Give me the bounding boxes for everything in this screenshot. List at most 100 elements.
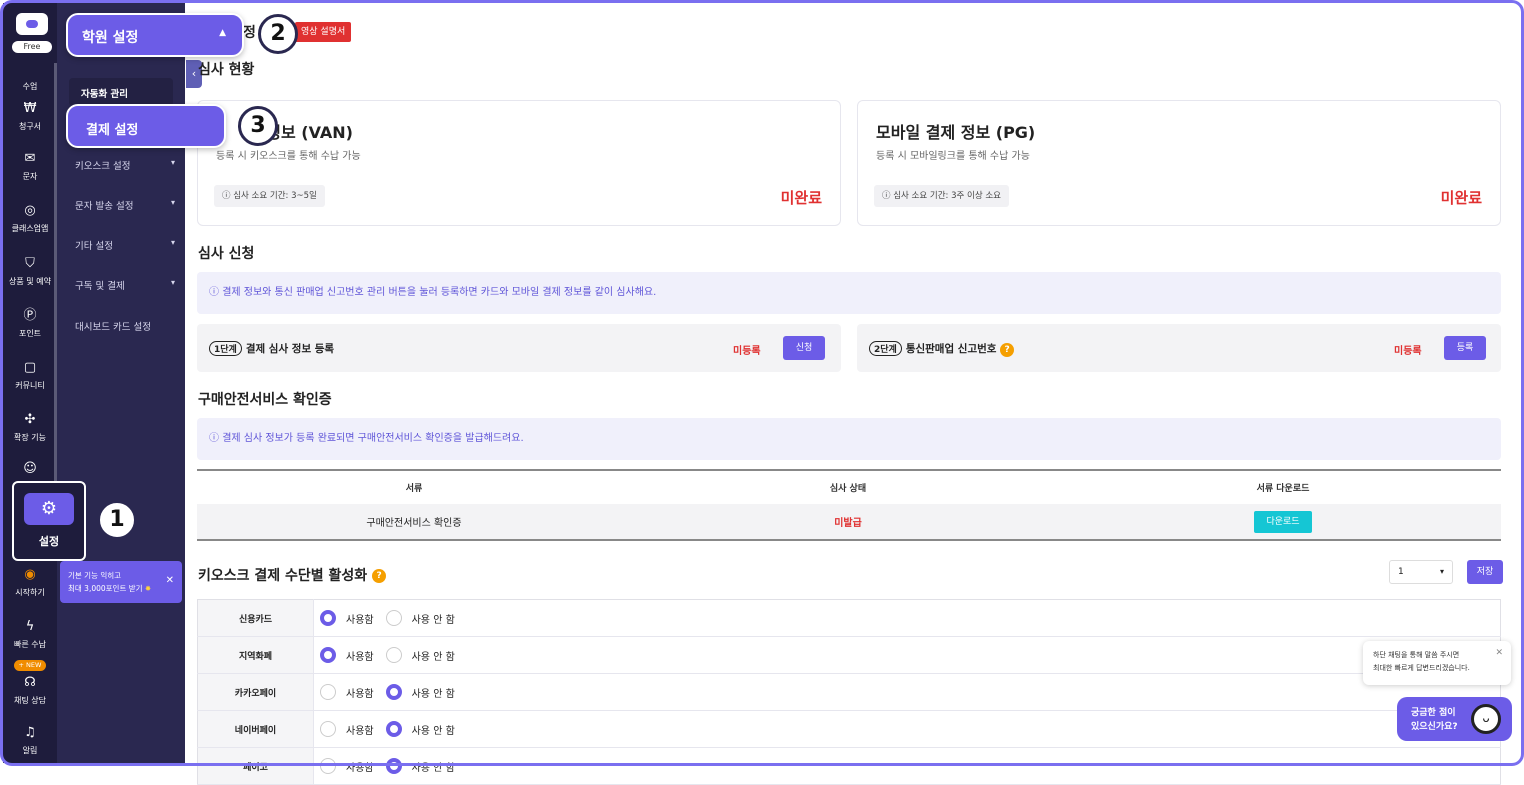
payment-method-table: 신용카드 사용함 사용 안 함 지역화폐 사용함 사용 안 함 카카오페이 사용함 사용 안… (197, 599, 1501, 785)
bell-icon: ♫ (24, 725, 36, 740)
app-icon: ◎ (24, 203, 36, 218)
sidebar-item-sms[interactable]: 문자 발송 설정 ▾ (75, 198, 175, 212)
pg-card: 모바일 결제 정보 (PG) 등록 시 모바일링크를 통해 수납 가능 ⓘ 심사… (857, 100, 1501, 226)
rail-item-class[interactable]: 수업 (3, 61, 57, 92)
sidebar-header-academy-settings[interactable]: 학원 설정 ▲ (66, 13, 244, 57)
radio-use[interactable] (320, 758, 336, 774)
rail-item-start[interactable]: ◉ 시작하기 (3, 567, 57, 598)
radio-nouse[interactable] (385, 610, 402, 626)
van-card: 드 정보 (VAN) 등록 시 키오스크를 통해 수납 가능 ⓘ 심사 소요 기… (197, 100, 841, 226)
radio-nouse[interactable] (385, 758, 402, 774)
app-logo[interactable] (16, 13, 48, 35)
apply-info-banner: ⓘ 결제 정보와 통신 판매업 신고번호 관리 버튼을 눌러 등록하면 카드와 … (197, 272, 1501, 314)
chevron-down-icon: ▾ (170, 238, 175, 247)
rail-item-classup-app[interactable]: ◎ 클래스업앱 (3, 203, 57, 234)
rail-item-points[interactable]: Ⓟ 포인트 (3, 308, 57, 339)
sidebar-item-automation[interactable]: 자동화 관리 (69, 78, 173, 106)
info-icon: ⓘ (882, 191, 894, 201)
step-badge-1: 1 (97, 500, 137, 540)
chat-open-button[interactable]: 궁금한 점이 있으신가요? ᴗ (1397, 697, 1512, 741)
rail-item-community[interactable]: ▢ 커뮤니티 (3, 360, 57, 391)
radio-use[interactable] (320, 610, 336, 626)
table-row: 페이코 사용함 사용 안 함 (197, 747, 1501, 785)
book-icon (22, 61, 38, 77)
video-guide-button[interactable]: 영상 설명서 (295, 22, 352, 42)
sidebar-item-etc[interactable]: 기타 설정 ▾ (75, 238, 175, 252)
table-row: 카카오페이 사용함 사용 안 함 (197, 673, 1501, 711)
review-period-chip: ⓘ 심사 소요 기간: 3주 이상 소요 (874, 185, 1010, 207)
status-badge: 미등록 (733, 346, 761, 357)
sidebar-item-kiosk[interactable]: 키오스크 설정 ▾ (75, 158, 175, 172)
won-icon: ₩ (23, 101, 37, 116)
sidebar-item-dashboard-card[interactable]: 대시보드 카드 설정 (75, 319, 175, 333)
document-table: 서류 심사 상태 서류 다운로드 구매안전서비스 확인증 미발급 다운로드 (197, 469, 1501, 541)
section-kiosk-payment: 키오스크 결제 수단별 활성화 ? (198, 565, 387, 585)
table-row: 신용카드 사용함 사용 안 함 (197, 599, 1501, 637)
start-icon: ◉ (24, 567, 36, 582)
radio-nouse[interactable] (385, 721, 402, 737)
step1-box: 1단계 결제 심사 정보 등록 미등록 신청 (197, 324, 841, 372)
headset-icon: ☊ (24, 675, 36, 690)
chevron-down-icon: ▾ (170, 158, 175, 167)
rail-item-message[interactable]: ✉ 문자 (3, 151, 57, 182)
section-apply: 심사 신청 (198, 246, 255, 262)
help-icon[interactable]: ? (372, 569, 387, 583)
bolt-icon: ϟ (25, 619, 35, 634)
chevron-down-icon: ▾ (170, 198, 175, 207)
radio-nouse[interactable] (385, 647, 402, 663)
section-review-status: 심사 현황 (198, 62, 255, 78)
help-icon[interactable]: ? (1000, 343, 1015, 357)
point-icon: Ⓟ (23, 308, 37, 323)
step-badge-2: 2 (258, 14, 298, 54)
apply-button[interactable]: 신청 (783, 336, 825, 360)
step2-box: 2단계 통신판매업 신고번호 ? 미등록 등록 (857, 324, 1501, 372)
onboarding-tooltip[interactable]: 기본 기능 익히고 최대 3,000포인트 받기 ✸ ✕ (60, 561, 182, 603)
rail-item-chat[interactable]: ☊ 채팅 상담 (3, 675, 57, 706)
rail-item-products[interactable]: ⛉ 상품 및 예약 (3, 256, 57, 287)
table-row: 네이버페이 사용함 사용 안 함 (197, 710, 1501, 748)
chat-icon: ▢ (23, 360, 37, 375)
rail-item-face[interactable]: ☺ (3, 461, 57, 481)
rail-item-alarm[interactable]: ♫ 알림 (3, 725, 57, 756)
sparkle-icon: ✸ (142, 584, 152, 593)
step-badge-3: 3 (238, 106, 278, 146)
chevron-up-icon: ▲ (219, 28, 226, 38)
download-button[interactable]: 다운로드 (1254, 510, 1312, 533)
new-badge: + NEW (14, 660, 46, 671)
main-content: 정 영상 설명서 심사 현황 드 정보 (VAN) 등록 시 키오스크를 통해 … (185, 3, 1521, 785)
rail-item-invoice[interactable]: ₩ 청구서 (3, 101, 57, 132)
info-icon: ⓘ (222, 191, 234, 201)
rail-item-quick-pay[interactable]: ϟ 빠른 수납 (3, 619, 57, 650)
radio-nouse[interactable] (385, 684, 402, 700)
info-icon: ⓘ (209, 433, 223, 444)
close-icon[interactable]: ✕ (166, 575, 174, 586)
close-icon[interactable]: ✕ (1495, 648, 1503, 658)
chevron-down-icon: ▾ (170, 278, 175, 287)
status-badge: 미완료 (780, 189, 822, 207)
radio-use[interactable] (320, 684, 336, 700)
kiosk-select[interactable]: 1 ▾ (1389, 560, 1453, 584)
save-button[interactable]: 저장 (1467, 560, 1503, 584)
radio-use[interactable] (320, 647, 336, 663)
bag-icon: ⛉ (25, 256, 35, 271)
gear-icon: ⚙ (24, 493, 74, 525)
rail-item-extensions[interactable]: ✣ 확장 기능 (3, 412, 57, 443)
plan-badge: Free (12, 41, 52, 53)
status-badge: 미발급 (631, 504, 1065, 541)
face-icon: ☺ (23, 461, 37, 476)
info-icon: ⓘ (209, 287, 223, 298)
sidebar-item-subscription[interactable]: 구독 및 결제 ▾ (75, 278, 175, 292)
sidebar-item-payment-settings[interactable]: 결제 설정 (66, 104, 226, 148)
section-safe-service: 구매안전서비스 확인증 (198, 392, 332, 408)
register-button[interactable]: 등록 (1444, 336, 1486, 360)
page-title: 정 (243, 25, 256, 41)
chevron-down-icon: ▾ (1439, 567, 1444, 576)
puzzle-icon: ✣ (24, 412, 36, 427)
status-badge: 미등록 (1394, 346, 1422, 357)
status-badge: 미완료 (1440, 189, 1482, 207)
rail-item-settings[interactable]: ⚙ 설정 (12, 481, 86, 561)
radio-use[interactable] (320, 721, 336, 737)
nav-rail: Free 수업 ₩ 청구서 ✉ 문자 ◎ 클래스업앱 ⛉ 상품 및 예약 Ⓟ 포인트 ▢ 커… (3, 3, 57, 763)
safe-info-banner: ⓘ 결제 심사 정보가 등록 완료되면 구매안전서비스 확인증을 발급해드려요. (197, 418, 1501, 460)
mascot-icon: ᴗ (1471, 704, 1501, 734)
